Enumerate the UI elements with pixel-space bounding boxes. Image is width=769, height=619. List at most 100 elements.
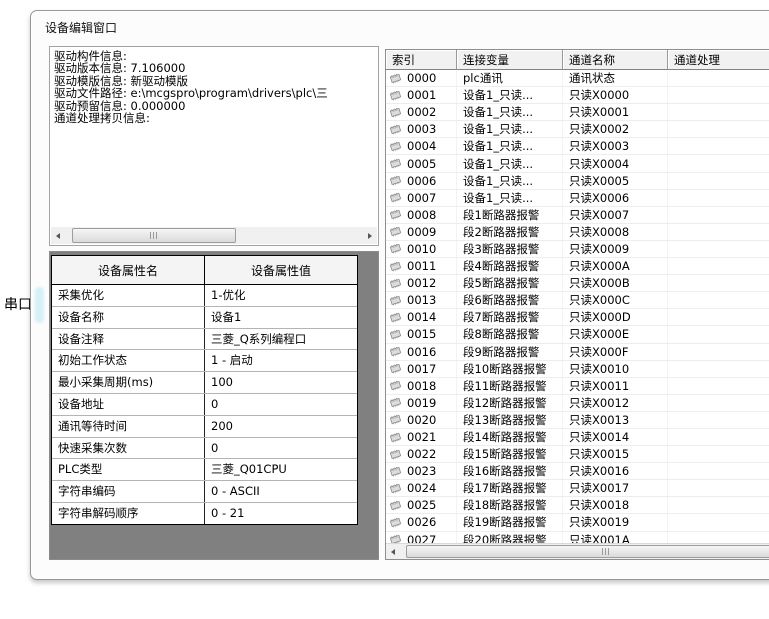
channel-row[interactable]: 0020段13断路器报警只读X0013: [386, 412, 769, 429]
channel-row[interactable]: 0026段19断路器报警只读X0019: [386, 514, 769, 531]
channel-row[interactable]: 0008段1断路器报警只读X0007: [386, 207, 769, 224]
channel-processing-cell: [668, 429, 769, 445]
property-value-cell[interactable]: 0: [205, 394, 357, 415]
channel-row[interactable]: 0006设备1_只读...只读X0005: [386, 173, 769, 190]
column-header-index[interactable]: 索引: [386, 50, 457, 70]
channel-row[interactable]: 0010段3断路器报警只读X0009: [386, 241, 769, 258]
property-value-cell[interactable]: 三菱_Q系列编程口: [205, 329, 357, 350]
channel-row[interactable]: 0000plc通讯通讯状态: [386, 70, 769, 87]
channel-index-cell: 0005: [386, 155, 457, 171]
grid-scrollbar-track[interactable]: [400, 544, 769, 559]
property-name-cell: 采集优化: [52, 285, 205, 306]
channel-index: 0018: [407, 379, 436, 393]
chip-icon: [388, 209, 402, 220]
channel-row[interactable]: 0002设备1_只读...只读X0001: [386, 104, 769, 121]
channel-name-cell: 只读X000C: [563, 292, 668, 308]
property-value-cell[interactable]: 100: [205, 372, 357, 393]
channel-row[interactable]: 0014段7断路器报警只读X000D: [386, 309, 769, 326]
property-value-cell[interactable]: 1 - 启动: [205, 350, 357, 371]
channel-index: 0015: [407, 327, 436, 341]
property-name-cell: 设备注释: [52, 329, 205, 350]
property-name-cell: 设备地址: [52, 394, 205, 415]
channel-index: 0019: [407, 396, 436, 410]
driver-scrollbar-thumb[interactable]: [72, 228, 236, 243]
chip-icon: [388, 312, 402, 323]
grid-scrollbar-thumb[interactable]: [406, 545, 769, 558]
channel-row[interactable]: 0007设备1_只读...只读X0006: [386, 190, 769, 207]
channel-name-cell: 只读X0019: [563, 514, 668, 530]
channel-processing-cell: [668, 446, 769, 462]
channel-index: 0004: [407, 139, 436, 153]
channel-processing-cell: [668, 207, 769, 223]
channel-row[interactable]: 0003设备1_只读...只读X0002: [386, 121, 769, 138]
driver-info-line: 驱动版本信息: 7.106000: [54, 62, 376, 74]
chip-icon: [388, 517, 402, 528]
channel-index-cell: 0026: [386, 514, 457, 530]
channel-index: 0025: [407, 498, 436, 512]
property-value-cell[interactable]: 0: [205, 438, 357, 459]
column-header-channel-processing[interactable]: 通道处理: [668, 50, 769, 70]
column-header-channel-name[interactable]: 通道名称: [563, 50, 668, 70]
channel-index-cell: 0007: [386, 190, 457, 206]
channel-row[interactable]: 0015段8断路器报警只读X000E: [386, 326, 769, 343]
channel-row[interactable]: 0004设备1_只读...只读X0003: [386, 138, 769, 155]
property-value-cell[interactable]: 三菱_Q01CPU: [205, 459, 357, 480]
channel-row[interactable]: 0016段9断路器报警只读X000F: [386, 344, 769, 361]
channel-index: 0013: [407, 293, 436, 307]
property-value-cell[interactable]: 0 - 21: [205, 503, 357, 524]
cyan-highlight: [35, 287, 44, 323]
property-value-cell[interactable]: 0 - ASCII: [205, 481, 357, 502]
scroll-left-arrow-icon[interactable]: [51, 227, 65, 244]
channel-row[interactable]: 0011段4断路器报警只读X000A: [386, 258, 769, 275]
channel-variable-cell: 段16断路器报警: [457, 463, 563, 479]
chip-icon: [388, 278, 402, 289]
scrollbar-grip-icon: [150, 232, 158, 239]
channel-row[interactable]: 0018段11断路器报警只读X0011: [386, 378, 769, 395]
chip-icon: [388, 141, 402, 152]
chip-icon: [388, 483, 402, 494]
scroll-right-arrow-icon[interactable]: [363, 227, 377, 244]
channel-row[interactable]: 0019段12断路器报警只读X0012: [386, 395, 769, 412]
property-name-cell: 最小采集周期(ms): [52, 372, 205, 393]
chip-icon: [388, 124, 402, 135]
channel-row[interactable]: 0024段17断路器报警只读X0017: [386, 480, 769, 497]
grid-horizontal-scrollbar[interactable]: [386, 543, 769, 559]
scroll-left-arrow-icon[interactable]: [386, 544, 400, 559]
driver-scrollbar-track[interactable]: [65, 227, 363, 244]
channel-index: 0000: [407, 71, 436, 85]
channel-row[interactable]: 0017段10断路器报警只读X0010: [386, 361, 769, 378]
chip-icon: [388, 295, 402, 306]
channel-row[interactable]: 0021段14断路器报警只读X0014: [386, 429, 769, 446]
property-row: 字符串解码顺序0 - 21: [52, 503, 357, 524]
property-value-cell[interactable]: 设备1: [205, 307, 357, 328]
channel-variable-cell: 段5断路器报警: [457, 275, 563, 291]
channel-name-cell: 通讯状态: [563, 70, 668, 86]
property-value-cell[interactable]: 1-优化: [205, 285, 357, 306]
channel-row[interactable]: 0001设备1_只读...只读X0000: [386, 87, 769, 104]
channel-index-cell: 0012: [386, 275, 457, 291]
channel-row[interactable]: 0022段15断路器报警只读X0015: [386, 446, 769, 463]
channel-variable-cell: 段13断路器报警: [457, 412, 563, 428]
channel-variable-cell: 段8断路器报警: [457, 326, 563, 342]
chip-icon: [388, 500, 402, 511]
channel-processing-cell: [668, 258, 769, 274]
channel-name-cell: 只读X0000: [563, 87, 668, 103]
property-row: 最小采集周期(ms)100: [52, 372, 357, 394]
channel-row[interactable]: 0013段6断路器报警只读X000C: [386, 292, 769, 309]
channel-index-cell: 0015: [386, 326, 457, 342]
scrollbar-grip-icon: [602, 548, 610, 555]
channel-variable-cell: 段15断路器报警: [457, 446, 563, 462]
channel-row[interactable]: 0012段5断路器报警只读X000B: [386, 275, 769, 292]
channel-name-cell: 只读X0009: [563, 241, 668, 257]
channel-grid: 索引 连接变量 通道名称 通道处理 0000plc通讯通讯状态0001设备1_只…: [385, 49, 769, 560]
channel-name-cell: 只读X000F: [563, 344, 668, 360]
channel-row[interactable]: 0005设备1_只读...只读X0004: [386, 155, 769, 172]
property-name-cell: PLC类型: [52, 459, 205, 480]
channel-row[interactable]: 0009段2断路器报警只读X0008: [386, 224, 769, 241]
channel-name-cell: 只读X0005: [563, 173, 668, 189]
property-value-cell[interactable]: 200: [205, 416, 357, 437]
channel-row[interactable]: 0025段18断路器报警只读X0018: [386, 497, 769, 514]
column-header-variable[interactable]: 连接变量: [457, 50, 563, 70]
driver-horizontal-scrollbar[interactable]: [51, 227, 377, 244]
channel-row[interactable]: 0023段16断路器报警只读X0016: [386, 463, 769, 480]
